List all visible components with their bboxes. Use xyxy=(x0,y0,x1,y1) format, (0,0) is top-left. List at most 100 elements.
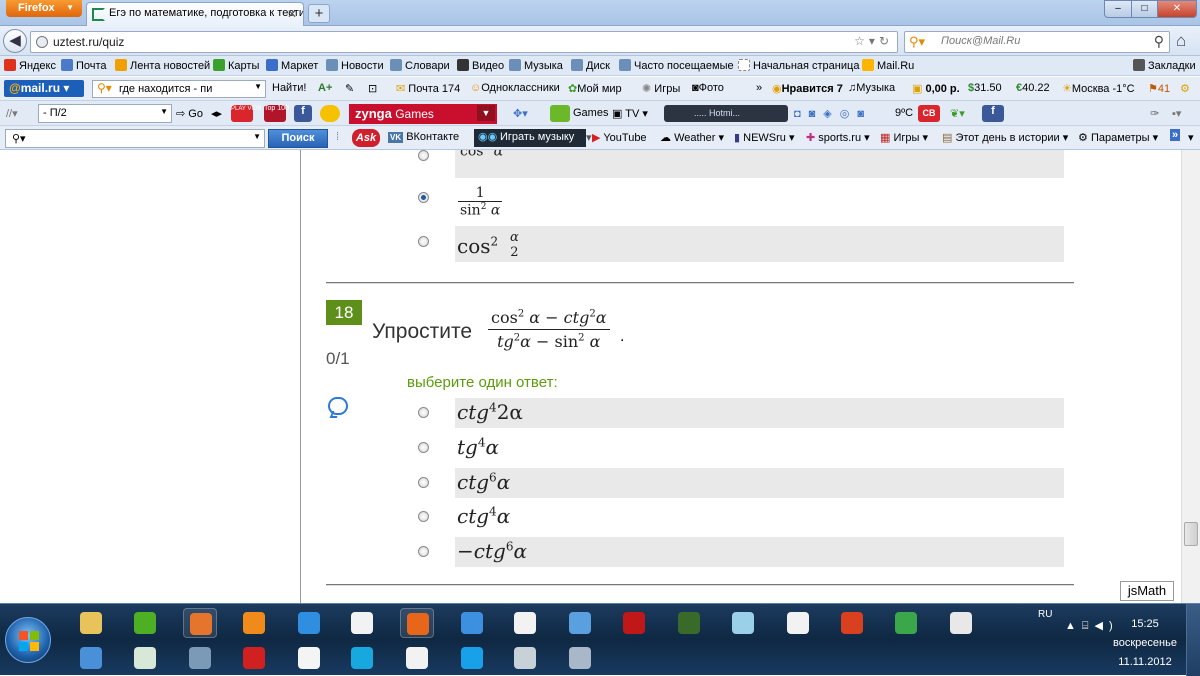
angrybirds-app[interactable] xyxy=(672,608,706,638)
bookmark-dictionaries[interactable]: Словари xyxy=(390,59,450,72)
option-radio-1[interactable] xyxy=(418,407,429,418)
tray-expand-icon[interactable]: ▲ xyxy=(1065,620,1082,632)
odnoklassniki-link[interactable]: ☺Одноклассники xyxy=(470,82,560,94)
money-balance[interactable]: ▣ 0,00 р. xyxy=(912,82,960,95)
likes-link[interactable]: ◉Нравится 7 xyxy=(772,82,843,95)
find-button[interactable]: Найти! xyxy=(272,82,306,94)
games-link[interactable]: ✺ Игры xyxy=(642,82,680,95)
maximize-button[interactable]: □ xyxy=(1131,0,1158,18)
url-bar[interactable]: uztest.ru/quiz ☆▾↻ xyxy=(30,31,898,53)
bookmark-mailru[interactable]: Mail.Ru xyxy=(862,59,914,72)
bookmark-yandex[interactable]: Яндекс xyxy=(4,59,56,72)
scrollbar-thumb[interactable] xyxy=(1184,522,1198,546)
games-menu[interactable]: ▦ Игры ▾ xyxy=(880,131,928,144)
toolbar-search-select[interactable]: - П/2 ▼ xyxy=(38,104,172,123)
document-app[interactable] xyxy=(345,608,379,638)
close-tab-icon[interactable]: ✕ xyxy=(287,7,297,21)
magnifier-icon[interactable]: ⊡ xyxy=(368,82,377,95)
chevron-down-icon[interactable]: ▾ xyxy=(1188,131,1194,144)
chevron-down-icon[interactable]: ▼ xyxy=(254,82,262,91)
zynga-games-button[interactable]: zynga Games ▼ xyxy=(349,104,497,124)
reload-icon[interactable]: ↻ xyxy=(879,34,893,48)
toolbar-icons[interactable]: ◘◙◈◎◙ xyxy=(794,107,872,120)
bookmark-star-icon[interactable]: ☆ xyxy=(854,34,869,48)
firefox-app[interactable] xyxy=(400,608,434,638)
web-search-input[interactable]: ⚲▾ Поиск@Mail.Ru ⚲ xyxy=(904,31,1170,53)
bookmark-news[interactable]: Новости xyxy=(326,59,384,72)
tv-link[interactable]: ▣ TV ▾ xyxy=(612,107,648,120)
chrome-app[interactable] xyxy=(889,608,923,638)
play-music-button[interactable]: ◉◉ Играть музыку xyxy=(474,129,586,147)
prev-option-radio-1[interactable] xyxy=(418,150,429,161)
document2-app[interactable] xyxy=(508,608,542,638)
blank-app[interactable] xyxy=(292,643,326,673)
temperature[interactable]: 9ºC xyxy=(895,107,913,119)
close-window-button[interactable]: ✕ xyxy=(1157,0,1197,18)
mailru-search-input[interactable]: ⚲▾ где находится - пи ▼ xyxy=(92,80,266,98)
firefox-menu-button[interactable]: Firefox ▼ xyxy=(6,0,82,17)
logo-icon[interactable]: //▾ xyxy=(6,107,18,120)
remote-app[interactable] xyxy=(563,608,597,638)
home-icon[interactable]: ⌂ xyxy=(1176,31,1186,51)
top100-button[interactable]: Top 100 xyxy=(264,105,289,122)
bookmark-maps[interactable]: Карты xyxy=(213,59,259,72)
youtube-link[interactable]: ▶ YouTube xyxy=(592,131,647,144)
option-radio-3[interactable] xyxy=(418,477,429,488)
nav-arrows-icon[interactable]: ◂▸ xyxy=(211,107,222,120)
winamp-app[interactable] xyxy=(183,643,217,673)
bookmark-disk[interactable]: Диск xyxy=(571,59,610,72)
nfs-app[interactable] xyxy=(617,608,651,638)
minimize-button[interactable]: – xyxy=(1104,0,1132,18)
vk-link[interactable]: VK ВКонтакте xyxy=(388,131,459,143)
eur-rate[interactable]: €40.22 xyxy=(1016,82,1050,94)
dropdown-arrow-icon[interactable]: ▾ xyxy=(869,34,879,48)
smiley-icon[interactable] xyxy=(320,105,340,122)
vertical-scrollbar[interactable] xyxy=(1181,150,1200,603)
ie-app[interactable] xyxy=(292,608,326,638)
bookmark-video[interactable]: Видео xyxy=(457,59,504,72)
search-icon[interactable]: ⚲ xyxy=(1154,33,1164,50)
bookmark-start-page[interactable]: Начальная страница xyxy=(738,59,859,72)
music-link[interactable]: ♫Музыка xyxy=(848,82,895,94)
yandex-app[interactable] xyxy=(944,608,978,638)
bookmarks-menu[interactable]: Закладки xyxy=(1133,59,1196,72)
go-button[interactable]: ⇨ Go xyxy=(176,107,203,120)
mailru-logo[interactable]: @mail.ru ▾ xyxy=(4,80,84,97)
option-radio-5[interactable] xyxy=(418,546,429,557)
start-button[interactable] xyxy=(5,617,51,663)
twelve-app[interactable] xyxy=(237,643,271,673)
prev-option-radio-2[interactable] xyxy=(418,192,429,203)
pencil-icon[interactable]: ✎ xyxy=(345,82,354,95)
skype-app[interactable] xyxy=(455,643,489,673)
tab-active[interactable]: Егэ по математике, подготовка к тести...… xyxy=(86,2,304,26)
notifications-counter[interactable]: ⚑41 xyxy=(1148,82,1170,95)
jsmath-button[interactable]: jsMath xyxy=(1120,581,1174,601)
games-link[interactable]: Games xyxy=(573,107,608,119)
bookmark-market[interactable]: Маркет xyxy=(266,59,318,72)
bookmark-frequent[interactable]: Часто посещаемые xyxy=(619,59,734,72)
myworld-link[interactable]: ✿Мой мир xyxy=(568,82,622,95)
comment-icon[interactable] xyxy=(328,397,348,415)
ask-logo[interactable]: Ask xyxy=(352,129,380,147)
notes-app[interactable] xyxy=(726,608,760,638)
explorer-app[interactable] xyxy=(74,608,108,638)
ask-search-input[interactable]: ⚲▾ ▼ xyxy=(5,129,265,148)
back-button[interactable]: ◀ xyxy=(3,29,27,53)
facebook-icon[interactable]: f xyxy=(294,105,312,122)
prev-option-radio-3[interactable] xyxy=(418,236,429,247)
weather-link[interactable]: ☁ Weather ▾ xyxy=(660,131,724,144)
document3-app[interactable] xyxy=(781,608,815,638)
terminal-app[interactable] xyxy=(128,643,162,673)
ccleaner-app[interactable] xyxy=(835,608,869,638)
qip-app[interactable] xyxy=(345,643,379,673)
bookmark-music[interactable]: Музыка xyxy=(509,59,563,72)
newsru-link[interactable]: ▮ NEWSru ▾ xyxy=(734,131,794,144)
search-engine-icon[interactable]: ⚲▾ xyxy=(909,34,925,50)
option-radio-2[interactable] xyxy=(418,442,429,453)
playvids-button[interactable]: PLAY VIDS xyxy=(231,105,261,122)
new-tab-button[interactable]: + xyxy=(308,4,330,23)
settings-gear-icon[interactable]: ⚙ xyxy=(1180,82,1190,95)
chevron-down-icon[interactable]: ▾ xyxy=(586,131,592,144)
more-chevron-icon[interactable]: » xyxy=(756,82,762,94)
media-player[interactable]: ..... Hotmi... xyxy=(664,105,788,122)
